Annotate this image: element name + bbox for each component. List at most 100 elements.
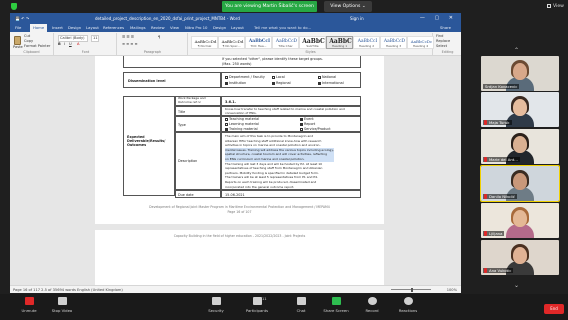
page-header-programme: Capacity Building in the field of higher…	[173, 234, 306, 238]
checkbox[interactable]	[225, 117, 228, 121]
bold-button[interactable]: B	[58, 42, 61, 47]
type-service-product[interactable]: Service/Product	[300, 127, 331, 131]
due-date-value[interactable]: 15-06-2021	[225, 193, 245, 197]
shield-icon[interactable]	[11, 3, 17, 10]
style-heading-4[interactable]: AaBbCcDc Heading 4	[407, 36, 434, 49]
tab-review[interactable]: Review	[151, 24, 165, 32]
zoom-slider-handle[interactable]	[411, 288, 413, 292]
style-heading-2[interactable]: AaBbCcI Heading 2	[353, 36, 380, 49]
share-button[interactable]: Share	[440, 24, 451, 32]
type-report[interactable]: Report	[300, 122, 315, 126]
document-area[interactable]: If you selected "other", please identify…	[10, 56, 461, 285]
checkbox[interactable]	[300, 122, 303, 126]
tab-table-design[interactable]: Design	[213, 24, 226, 32]
view-options-button[interactable]: View Options ⌄	[324, 1, 372, 12]
security-button[interactable]: Security	[196, 297, 236, 319]
option-department[interactable]: Department / Faculty	[225, 75, 265, 79]
zoom-level[interactable]: 100%	[447, 287, 457, 293]
document-page[interactable]: If you selected "other", please identify…	[95, 56, 384, 285]
participant-tile[interactable]: Ljiljana	[481, 203, 559, 238]
checkbox[interactable]	[225, 81, 228, 85]
checkbox[interactable]	[300, 117, 303, 121]
type-learning-material[interactable]: Learning material	[225, 122, 259, 126]
checkbox[interactable]	[225, 75, 228, 79]
checkbox[interactable]	[272, 81, 275, 85]
stop-video-button[interactable]: Stop Video	[42, 297, 82, 319]
tab-view[interactable]: View	[170, 24, 179, 32]
tab-design[interactable]: Design	[68, 24, 81, 32]
font-color-button[interactable]: A	[77, 42, 79, 47]
style-title-char[interactable]: AaBbCcD Title Char	[272, 36, 299, 49]
tab-mailings[interactable]: Mailings	[130, 24, 146, 32]
checkbox[interactable]	[272, 75, 275, 79]
status-page-words[interactable]: Page 16 of 117 2.5 of 35694 words Englis…	[13, 287, 123, 293]
style-heading-3[interactable]: AaBbCcD Heading 3	[380, 36, 407, 49]
participant-name: Srdjan Kovacevic	[483, 84, 520, 89]
tab-layout[interactable]: Layout	[86, 24, 99, 32]
record-button[interactable]: Record	[352, 297, 392, 319]
font-name-select[interactable]: Calibri (Body)	[58, 35, 88, 42]
style-toc-heading[interactable]: AaBbCcI TOC Hea...	[245, 36, 272, 49]
type-teaching-material[interactable]: Teaching material	[225, 117, 259, 121]
quick-access-toolbar[interactable]: 💾 ↶ ↷	[15, 16, 55, 21]
participant-name: Ana Vukotic	[483, 268, 514, 273]
tab-references[interactable]: References	[103, 24, 124, 32]
microphone-muted-icon	[484, 157, 487, 162]
participant-tile[interactable]: Srdjan Kovacevic	[481, 56, 559, 91]
checkbox[interactable]	[318, 81, 321, 85]
style-heading-1[interactable]: AaBbC Heading 1	[326, 36, 353, 49]
type-label: Type	[178, 123, 186, 127]
checkbox[interactable]	[225, 127, 228, 131]
tab-nitro[interactable]: Nitro Pro 10	[185, 24, 207, 32]
end-meeting-button[interactable]: End	[544, 304, 564, 314]
window-controls[interactable]: — ▢ ✕	[420, 15, 457, 22]
wp-value-cell: 3.6.1.	[221, 96, 361, 106]
tab-file[interactable]: File	[15, 24, 21, 32]
format-painter-button[interactable]: Format Painter	[24, 44, 50, 49]
tell-me-search[interactable]: Tell me what you want to do...	[254, 24, 311, 32]
option-local[interactable]: Local	[272, 75, 285, 79]
checkbox[interactable]	[225, 122, 228, 126]
type-training-material[interactable]: Training material	[225, 127, 258, 131]
style-no-spacing[interactable]: AaBbCcDd ¶ No Spac...	[218, 36, 245, 49]
select-button[interactable]: Select	[436, 44, 447, 49]
font-size-select[interactable]: 11	[91, 35, 99, 42]
gallery-next-icon[interactable]: ⌄	[514, 283, 519, 289]
style-subtitle[interactable]: AaBbC SubTitle	[299, 36, 326, 49]
underline-button[interactable]: U	[69, 42, 72, 47]
participant-tile[interactable]: Danilo Nikolić	[480, 165, 560, 202]
chat-button[interactable]: Chat	[281, 297, 321, 319]
font-group: Calibri (Body) 11 B I U A Font	[55, 33, 117, 55]
option-national[interactable]: National	[318, 75, 336, 79]
italic-button[interactable]: I	[64, 42, 65, 47]
bullets-icon[interactable]: ☰ ☰ ☰	[122, 35, 134, 40]
option-institution[interactable]: Institution	[225, 81, 246, 85]
wp-value[interactable]: 3.6.1.	[225, 100, 236, 104]
participants-button[interactable]: Participants 11	[237, 297, 277, 319]
reactions-button[interactable]: Reactions	[388, 297, 428, 319]
type-event[interactable]: Event	[300, 117, 314, 121]
description-text[interactable]: The main aim of this task is to provide …	[225, 134, 335, 189]
option-international[interactable]: International	[318, 81, 344, 85]
style-name: Heading 3	[385, 44, 402, 48]
sign-in-link[interactable]: Sign in	[350, 15, 364, 22]
checkbox[interactable]	[300, 127, 303, 131]
option-regional[interactable]: Regional	[272, 81, 291, 85]
title-value[interactable]: Know-how transfer to teaching staff rela…	[225, 107, 359, 115]
share-screen-button[interactable]: Share Screen	[316, 297, 356, 319]
screen-share-banner: You are viewing Martin Šibalić's screen	[222, 1, 317, 12]
view-button[interactable]: View	[553, 3, 564, 10]
participant-tile[interactable]: Marie del Ant...	[481, 129, 559, 164]
paste-icon[interactable]	[14, 36, 21, 45]
checkbox[interactable]	[318, 75, 321, 79]
tab-home[interactable]: Home	[30, 24, 48, 32]
tab-table-layout[interactable]: Layout	[231, 24, 244, 32]
style-normal[interactable]: AaBbCcDd ¶ Normal	[191, 36, 218, 49]
align-icon[interactable]: ≡ ≡ ≡ ≡	[122, 42, 137, 47]
grid-view-icon[interactable]	[547, 4, 551, 8]
participant-tile[interactable]: Ana Vukotic	[481, 240, 559, 275]
tab-insert[interactable]: Insert	[52, 24, 63, 32]
pilcrow-icon[interactable]: ¶	[158, 35, 160, 40]
participant-tile[interactable]: Maja Turuk	[481, 92, 559, 127]
gallery-prev-icon[interactable]: ⌃	[514, 48, 519, 54]
